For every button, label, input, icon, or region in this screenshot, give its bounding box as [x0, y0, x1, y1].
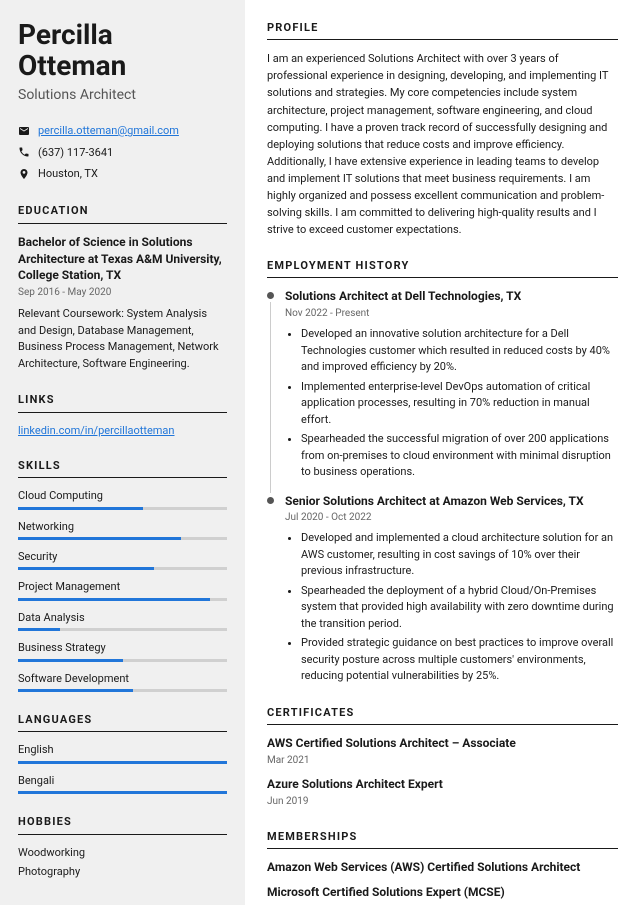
languages-heading: LANGUAGES — [18, 712, 227, 727]
language-item-bar — [18, 761, 227, 764]
skill-item: Project Management — [18, 579, 227, 600]
hobbies-section: HOBBIES Woodworking Photography — [18, 814, 227, 879]
section-rule — [267, 848, 618, 849]
contact-email-row: percilla.otteman@gmail.com — [18, 123, 227, 138]
language-item-label: English — [18, 742, 227, 757]
job-dates: Nov 2022 - Present — [285, 307, 618, 321]
skill-item: Security — [18, 549, 227, 570]
job-bullet: Implemented enterprise-level DevOps auto… — [301, 379, 618, 429]
section-rule — [18, 412, 227, 413]
section-rule — [18, 223, 227, 224]
language-item-bar — [18, 791, 227, 794]
skill-item: Software Development — [18, 671, 227, 692]
skill-item-bar — [18, 537, 227, 540]
person-name: Percilla Otteman — [18, 20, 227, 82]
profile-heading: PROFILE — [267, 20, 618, 35]
location-text: Houston, TX — [38, 166, 98, 181]
certificates-section: CERTIFICATES AWS Certified Solutions Arc… — [267, 705, 618, 809]
job-entry: Solutions Architect at Dell Technologies… — [267, 288, 618, 480]
certificates-heading: CERTIFICATES — [267, 705, 618, 720]
employment-section: EMPLOYMENT HISTORY Solutions Architect a… — [267, 258, 618, 685]
contact-block: percilla.otteman@gmail.com (637) 117-364… — [18, 123, 227, 181]
links-section: LINKS linkedin.com/in/percillaotteman — [18, 392, 227, 438]
skills-section: SKILLS Cloud Computing Networking Security… — [18, 458, 227, 692]
education-degree: Bachelor of Science in Solutions Archite… — [18, 234, 227, 284]
skill-item-bar — [18, 659, 227, 662]
phone-text: (637) 117-3641 — [38, 145, 113, 160]
education-dates: Sep 2016 - May 2020 — [18, 286, 227, 300]
profile-text: I am an experienced Solutions Architect … — [267, 50, 618, 238]
languages-section: LANGUAGES English Bengali — [18, 712, 227, 794]
job-bullet: Spearheaded the successful migration of … — [301, 431, 618, 481]
membership-item: Microsoft Certified Solutions Expert (MC… — [267, 884, 618, 901]
certificate-item: Azure Solutions Architect Expert Jun 201… — [267, 776, 618, 809]
job-bullets: Developed and implemented a cloud archit… — [285, 530, 618, 685]
skill-item-bar — [18, 628, 227, 631]
main-content: PROFILE I am an experienced Solutions Ar… — [245, 0, 640, 905]
certificate-item: AWS Certified Solutions Architect – Asso… — [267, 735, 618, 768]
sidebar: Percilla Otteman Solutions Architect per… — [0, 0, 245, 905]
section-rule — [18, 731, 227, 732]
hobbies-heading: HOBBIES — [18, 814, 227, 829]
skill-item-label: Software Development — [18, 671, 227, 686]
education-desc: Relevant Coursework: System Analysis and… — [18, 306, 227, 372]
job-bullet: Developed and implemented a cloud archit… — [301, 530, 618, 580]
profile-section: PROFILE I am an experienced Solutions Ar… — [267, 20, 618, 238]
language-item-label: Bengali — [18, 773, 227, 788]
skill-item-label: Security — [18, 549, 227, 564]
education-heading: EDUCATION — [18, 203, 227, 218]
certificate-date: Mar 2021 — [267, 754, 618, 768]
employment-heading: EMPLOYMENT HISTORY — [267, 258, 618, 273]
skill-item: Networking — [18, 519, 227, 540]
section-rule — [267, 277, 618, 278]
job-title: Senior Solutions Architect at Amazon Web… — [285, 493, 618, 510]
skill-item-bar — [18, 567, 227, 570]
skill-item-bar — [18, 598, 227, 601]
skill-item-bar — [18, 689, 227, 692]
language-item: English — [18, 742, 227, 763]
person-title: Solutions Architect — [18, 86, 227, 106]
education-section: EDUCATION Bachelor of Science in Solutio… — [18, 203, 227, 372]
language-item: Bengali — [18, 773, 227, 794]
contact-location-row: Houston, TX — [18, 166, 227, 181]
job-dates: Jul 2020 - Oct 2022 — [285, 511, 618, 525]
skill-item-label: Data Analysis — [18, 610, 227, 625]
skill-item-label: Cloud Computing — [18, 488, 227, 503]
section-rule — [18, 834, 227, 835]
certificate-name: Azure Solutions Architect Expert — [267, 776, 618, 793]
certificate-name: AWS Certified Solutions Architect – Asso… — [267, 735, 618, 752]
skill-item-label: Networking — [18, 519, 227, 534]
section-rule — [267, 39, 618, 40]
skill-item: Business Strategy — [18, 640, 227, 661]
skill-item-label: Business Strategy — [18, 640, 227, 655]
job-entry: Senior Solutions Architect at Amazon Web… — [267, 493, 618, 685]
job-bullet: Provided strategic guidance on best prac… — [301, 635, 618, 685]
section-rule — [18, 477, 227, 478]
job-title: Solutions Architect at Dell Technologies… — [285, 288, 618, 305]
hobby-item: Photography — [18, 864, 227, 879]
email-link[interactable]: percilla.otteman@gmail.com — [38, 123, 179, 138]
skills-heading: SKILLS — [18, 458, 227, 473]
job-bullets: Developed an innovative solution archite… — [285, 326, 618, 481]
memberships-heading: MEMBERSHIPS — [267, 829, 618, 844]
email-icon — [18, 125, 30, 137]
linkedin-link[interactable]: linkedin.com/in/percillaotteman — [18, 424, 175, 437]
phone-icon — [18, 146, 30, 158]
skill-item: Cloud Computing — [18, 488, 227, 509]
links-heading: LINKS — [18, 392, 227, 407]
skill-item-bar — [18, 507, 227, 510]
skill-item: Data Analysis — [18, 610, 227, 631]
contact-phone-row: (637) 117-3641 — [18, 145, 227, 160]
section-rule — [267, 724, 618, 725]
certificate-date: Jun 2019 — [267, 795, 618, 809]
location-icon — [18, 168, 30, 180]
skill-item-label: Project Management — [18, 579, 227, 594]
memberships-section: MEMBERSHIPS Amazon Web Services (AWS) Ce… — [267, 829, 618, 901]
membership-item: Amazon Web Services (AWS) Certified Solu… — [267, 859, 618, 876]
job-bullet: Spearheaded the deployment of a hybrid C… — [301, 583, 618, 633]
job-bullet: Developed an innovative solution archite… — [301, 326, 618, 376]
hobby-item: Woodworking — [18, 845, 227, 860]
